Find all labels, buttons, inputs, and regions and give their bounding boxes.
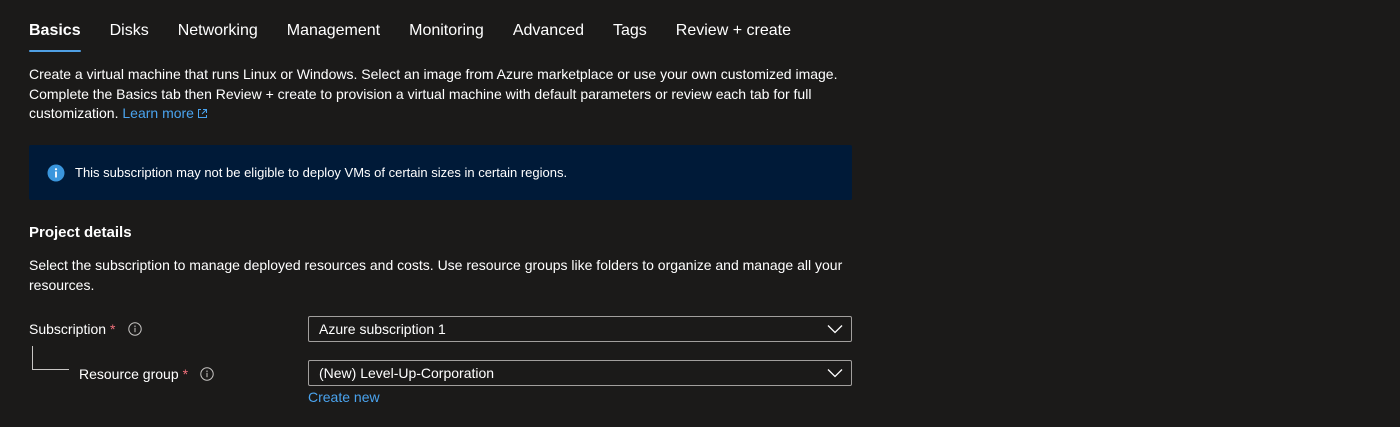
- learn-more-label: Learn more: [122, 105, 194, 121]
- tab-review-create[interactable]: Review + create: [676, 20, 791, 50]
- tab-tags[interactable]: Tags: [613, 20, 647, 50]
- info-icon: [47, 164, 65, 182]
- tab-monitoring[interactable]: Monitoring: [409, 20, 484, 50]
- subscription-label-group: Subscription *: [29, 321, 142, 337]
- learn-more-link[interactable]: Learn more: [122, 105, 208, 121]
- intro-description: Create a virtual machine that runs Linux…: [29, 65, 849, 125]
- tree-connector: [32, 346, 69, 370]
- info-banner: This subscription may not be eligible to…: [29, 145, 852, 200]
- subscription-help-icon[interactable]: [127, 322, 142, 336]
- resource-group-label-group: Resource group *: [79, 366, 214, 382]
- resource-group-label: Resource group: [79, 366, 179, 382]
- vm-create-basics-page: Basics Disks Networking Management Monit…: [0, 0, 1400, 427]
- chevron-down-icon: [827, 368, 843, 378]
- tab-basics[interactable]: Basics: [29, 20, 81, 52]
- tab-networking[interactable]: Networking: [178, 20, 258, 50]
- tab-disks[interactable]: Disks: [110, 20, 149, 50]
- required-mark: *: [182, 366, 189, 382]
- subscription-label: Subscription: [29, 321, 107, 337]
- required-mark: *: [110, 321, 116, 337]
- resource-group-help-icon[interactable]: [200, 367, 214, 381]
- resource-group-dropdown[interactable]: (New) Level-Up-Corporation: [308, 360, 852, 386]
- resource-group-value: (New) Level-Up-Corporation: [319, 365, 495, 381]
- tab-advanced[interactable]: Advanced: [513, 20, 584, 50]
- project-details-title: Project details: [29, 224, 132, 241]
- external-link-icon: [197, 105, 208, 125]
- create-new-resource-group-link[interactable]: Create new: [308, 389, 380, 405]
- project-details-description: Select the subscription to manage deploy…: [29, 257, 843, 293]
- tab-bar: Basics Disks Networking Management Monit…: [29, 20, 820, 52]
- banner-message: This subscription may not be eligible to…: [75, 165, 568, 180]
- tab-management[interactable]: Management: [287, 20, 380, 50]
- chevron-down-icon: [827, 324, 843, 334]
- subscription-dropdown[interactable]: Azure subscription 1: [308, 316, 852, 342]
- subscription-value: Azure subscription 1: [319, 321, 446, 337]
